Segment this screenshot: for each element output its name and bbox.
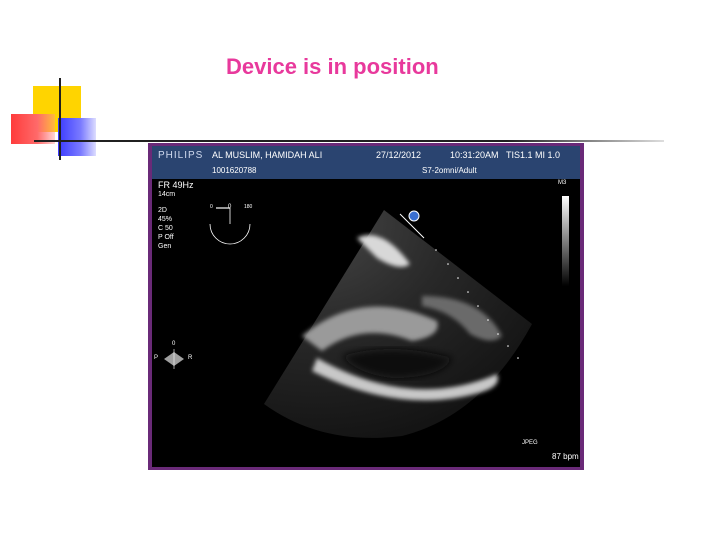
heart-rate: 87 bpm [552,452,579,461]
image-format-label: JPEG [522,440,538,446]
angle-min-label: 0 [210,204,213,210]
orientation-top-label: 0 [172,341,176,347]
angle-value-label: 0 [228,204,232,210]
orientation-right-label: R [188,355,193,361]
decor-vertical-line [59,78,61,160]
decor-blue-square [58,118,96,156]
sector-scan-image [164,207,532,438]
angle-max-label: 180 [244,204,253,210]
slide-title: Device is in position [226,54,439,79]
decor-horizontal-line [34,140,664,142]
ultrasound-screen: PHILIPS AL MUSLIM, HAMIDAH ALI 27/12/201… [152,146,580,467]
orientation-left-label: P [154,355,159,361]
ultrasound-image-frame: PHILIPS AL MUSLIM, HAMIDAH ALI 27/12/201… [148,143,584,470]
